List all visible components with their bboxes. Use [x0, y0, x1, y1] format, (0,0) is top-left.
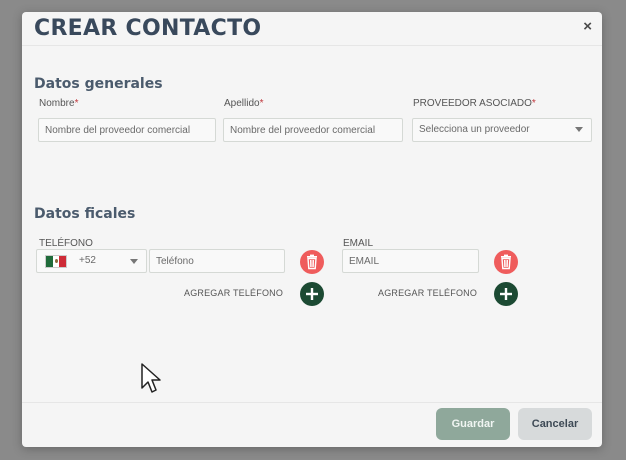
plus-icon: [306, 288, 318, 300]
chevron-down-icon: [575, 127, 583, 132]
telefono-input[interactable]: [156, 250, 278, 272]
save-button[interactable]: Guardar: [436, 408, 510, 440]
modal-title: CREAR CONTACTO: [34, 16, 262, 41]
required-mark: *: [531, 98, 536, 109]
country-code: +52: [79, 255, 96, 266]
footer-divider: [22, 402, 602, 403]
proveedor-label-text: PROVEEDOR ASOCIADO: [413, 98, 532, 109]
telefono-field[interactable]: [149, 249, 285, 273]
email-label: EMAIL: [343, 238, 374, 249]
required-mark: *: [259, 98, 264, 109]
add-email-button[interactable]: [494, 282, 518, 306]
apellido-label-text: Apellido: [224, 98, 260, 109]
nombre-label-text: Nombre: [39, 98, 75, 109]
add-phone-label[interactable]: AGREGAR TELÉFONO: [184, 288, 283, 298]
email-input[interactable]: [349, 250, 472, 272]
apellido-input[interactable]: [230, 119, 396, 141]
trash-icon: [501, 254, 511, 270]
cancel-button[interactable]: Cancelar: [518, 408, 592, 440]
mouse-pointer-icon: [141, 363, 161, 393]
fiscal-section-title: Datos ficales: [34, 206, 136, 222]
proveedor-label: PROVEEDOR ASOCIADO*: [413, 98, 536, 109]
delete-phone-button[interactable]: [300, 250, 324, 274]
create-contact-modal: CREAR CONTACTO × Datos generales Nombre*…: [22, 12, 602, 447]
country-code-select[interactable]: +52: [36, 249, 147, 273]
email-field[interactable]: [342, 249, 479, 273]
nombre-field[interactable]: [38, 118, 216, 142]
add-phone-button[interactable]: [300, 282, 324, 306]
nombre-input[interactable]: [45, 119, 209, 141]
trash-icon: [307, 254, 317, 270]
add-email-label[interactable]: AGREGAR TELÉFONO: [378, 288, 477, 298]
apellido-label: Apellido*: [224, 98, 264, 109]
proveedor-select-value: Selecciona un proveedor: [419, 124, 530, 135]
telefono-label: TELÉFONO: [39, 238, 93, 249]
plus-icon: [500, 288, 512, 300]
close-button[interactable]: ×: [583, 18, 592, 35]
proveedor-select[interactable]: Selecciona un proveedor: [412, 118, 592, 142]
mexico-flag-icon: [45, 255, 67, 268]
required-mark: *: [74, 98, 79, 109]
modal-header: CREAR CONTACTO ×: [22, 12, 602, 46]
delete-email-button[interactable]: [494, 250, 518, 274]
apellido-field[interactable]: [223, 118, 403, 142]
nombre-label: Nombre*: [39, 98, 78, 109]
chevron-down-icon: [130, 259, 138, 264]
general-section-title: Datos generales: [34, 76, 163, 92]
